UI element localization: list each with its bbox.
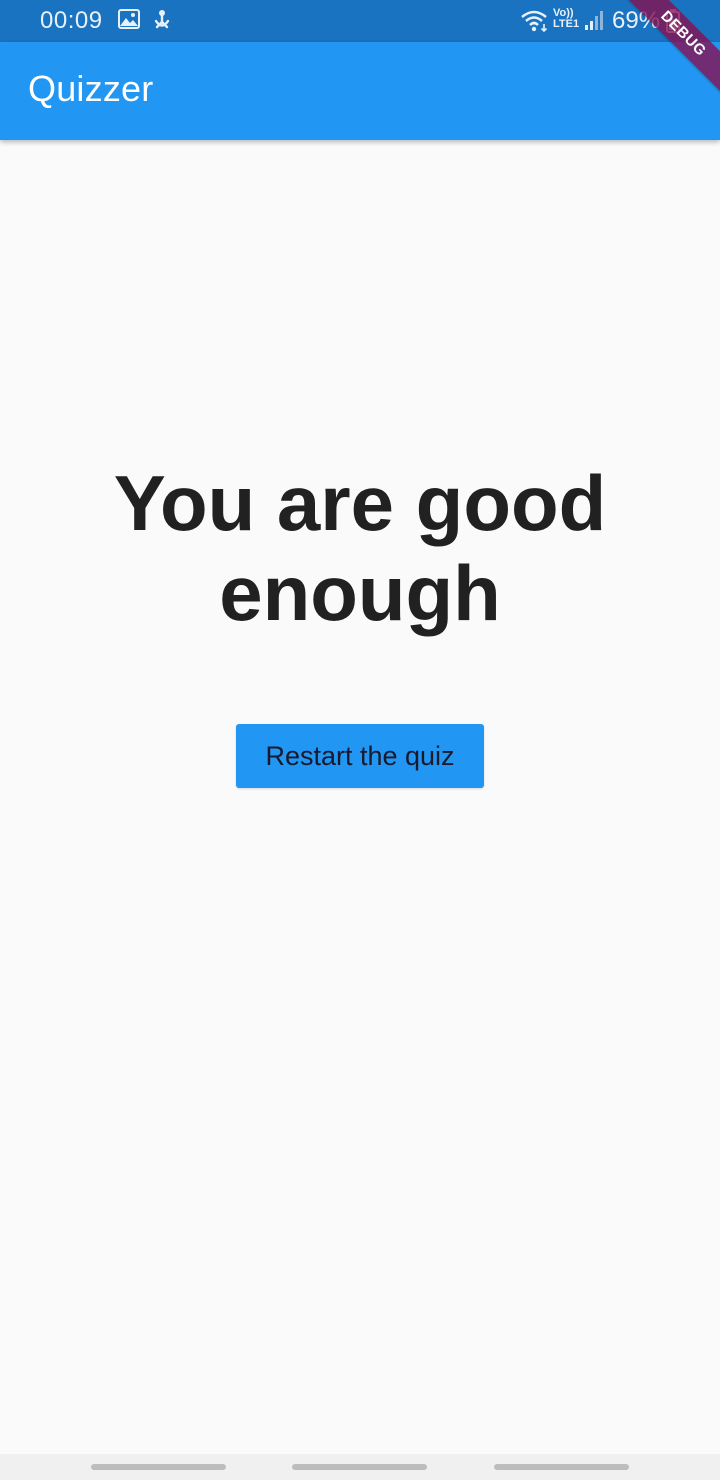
nav-recent-apps-button[interactable] — [91, 1464, 226, 1470]
app-title: Quizzer — [28, 68, 154, 109]
signal-icon — [585, 11, 603, 30]
gallery-icon — [118, 9, 140, 29]
navigation-bar — [0, 1454, 720, 1480]
restart-quiz-button[interactable]: Restart the quiz — [236, 724, 484, 788]
nav-home-button[interactable] — [292, 1464, 427, 1470]
result-message: You are good enough — [113, 459, 607, 637]
wifi-icon — [521, 10, 548, 33]
nav-back-button[interactable] — [494, 1464, 629, 1470]
notification-icon — [154, 10, 170, 29]
status-bar: 00:09 Vo)) LTE1 69% — [0, 0, 720, 42]
quiz-result-screen: 00:09 Vo)) LTE1 69% Quizzer DEBUG You ar… — [0, 0, 720, 1480]
network-type-label: Vo)) LTE1 — [553, 7, 580, 30]
app-bar: Quizzer — [0, 42, 720, 140]
status-time: 00:09 — [40, 7, 103, 34]
